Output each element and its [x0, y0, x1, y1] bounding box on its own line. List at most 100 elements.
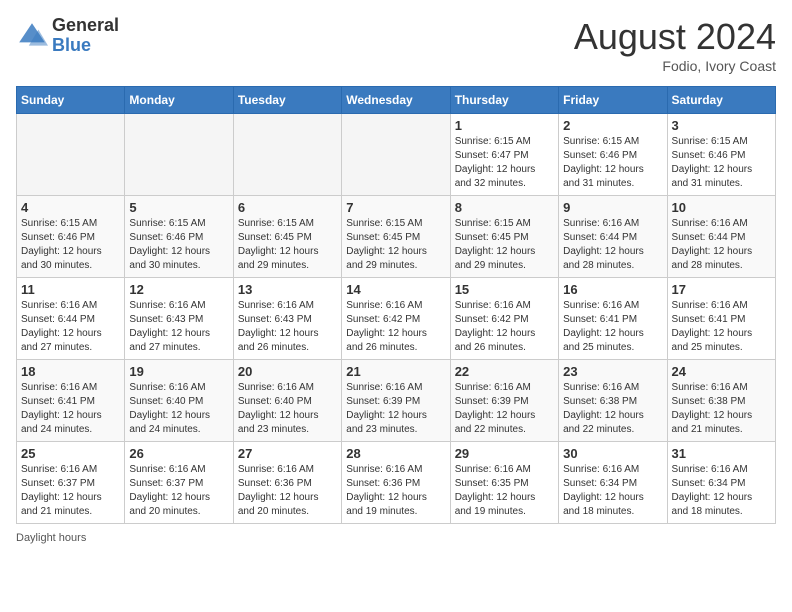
day-info: Sunrise: 6:16 AMSunset: 6:43 PMDaylight:… — [238, 299, 337, 355]
location-subtitle: Fodio, Ivory Coast — [574, 58, 776, 74]
week-row-4: 18 Sunrise: 6:16 AMSunset: 6:41 PMDayligh… — [17, 360, 776, 442]
day-cell: 25Sunrise: 6:16 AMSunset: 6:37 PMDayligh… — [17, 442, 125, 524]
day-cell: 5 Sunrise: 6:15 AMSunset: 6:46 PMDaylight… — [125, 196, 233, 278]
day-info: Sunrise: 6:16 AMSunset: 6:37 PMDaylight:… — [129, 463, 228, 519]
day-info: Sunrise: 6:16 AMSunset: 6:40 PMDaylight:… — [129, 381, 228, 437]
day-info: Sunrise: 6:16 AMSunset: 6:44 PMDaylight:… — [21, 299, 120, 355]
title-block: August 2024 Fodio, Ivory Coast — [574, 16, 776, 74]
day-cell: 31Sunrise: 6:16 AMSunset: 6:34 PMDayligh… — [667, 442, 775, 524]
day-cell: 26Sunrise: 6:16 AMSunset: 6:37 PMDayligh… — [125, 442, 233, 524]
weekday-header-thursday: Thursday — [450, 87, 558, 114]
day-number: 22 — [455, 364, 554, 379]
day-cell: 10 Sunrise: 6:16 AMSunset: 6:44 PMDayligh… — [667, 196, 775, 278]
day-cell — [233, 114, 341, 196]
day-info: Sunrise: 6:15 AMSunset: 6:46 PMDaylight:… — [21, 217, 120, 273]
day-number: 31 — [672, 446, 771, 461]
day-number: 29 — [455, 446, 554, 461]
day-number: 18 — [21, 364, 120, 379]
day-info: Sunrise: 6:15 AMSunset: 6:45 PMDaylight:… — [346, 217, 445, 273]
day-info: Sunrise: 6:16 AMSunset: 6:35 PMDaylight:… — [455, 463, 554, 519]
day-info: Sunrise: 6:16 AMSunset: 6:36 PMDaylight:… — [346, 463, 445, 519]
day-cell: 11 Sunrise: 6:16 AMSunset: 6:44 PMDayligh… — [17, 278, 125, 360]
day-cell: 27Sunrise: 6:16 AMSunset: 6:36 PMDayligh… — [233, 442, 341, 524]
day-number: 24 — [672, 364, 771, 379]
weekday-header-monday: Monday — [125, 87, 233, 114]
day-cell — [125, 114, 233, 196]
day-cell: 17 Sunrise: 6:16 AMSunset: 6:41 PMDayligh… — [667, 278, 775, 360]
weekday-header-saturday: Saturday — [667, 87, 775, 114]
day-number: 3 — [672, 118, 771, 133]
day-cell — [17, 114, 125, 196]
day-cell: 8 Sunrise: 6:15 AMSunset: 6:45 PMDaylight… — [450, 196, 558, 278]
calendar-table: SundayMondayTuesdayWednesdayThursdayFrid… — [16, 86, 776, 524]
day-cell: 18 Sunrise: 6:16 AMSunset: 6:41 PMDayligh… — [17, 360, 125, 442]
day-number: 13 — [238, 282, 337, 297]
day-info: Sunrise: 6:15 AMSunset: 6:45 PMDaylight:… — [455, 217, 554, 273]
day-number: 11 — [21, 282, 120, 297]
day-cell: 24Sunrise: 6:16 AMSunset: 6:38 PMDayligh… — [667, 360, 775, 442]
day-number: 4 — [21, 200, 120, 215]
weekday-header-wednesday: Wednesday — [342, 87, 450, 114]
day-cell: 3Sunrise: 6:15 AMSunset: 6:46 PMDaylight… — [667, 114, 775, 196]
day-number: 20 — [238, 364, 337, 379]
day-cell: 28 Sunrise: 6:16 AMSunset: 6:36 PMDayligh… — [342, 442, 450, 524]
day-info: Sunrise: 6:16 AMSunset: 6:43 PMDaylight:… — [129, 299, 228, 355]
day-number: 21 — [346, 364, 445, 379]
day-info: Sunrise: 6:16 AMSunset: 6:44 PMDaylight:… — [672, 217, 771, 273]
logo: General Blue — [16, 16, 119, 56]
day-number: 27 — [238, 446, 337, 461]
day-number: 28 — [346, 446, 445, 461]
day-cell: 13 Sunrise: 6:16 AMSunset: 6:43 PMDayligh… — [233, 278, 341, 360]
day-info: Sunrise: 6:15 AMSunset: 6:46 PMDaylight:… — [129, 217, 228, 273]
day-number: 19 — [129, 364, 228, 379]
logo-icon — [16, 20, 48, 52]
month-year-title: August 2024 — [574, 16, 776, 58]
day-cell: 30 Sunrise: 6:16 AMSunset: 6:34 PMDayligh… — [559, 442, 667, 524]
day-info: Sunrise: 6:16 AMSunset: 6:42 PMDaylight:… — [346, 299, 445, 355]
day-number: 16 — [563, 282, 662, 297]
day-number: 23 — [563, 364, 662, 379]
week-row-5: 25Sunrise: 6:16 AMSunset: 6:37 PMDayligh… — [17, 442, 776, 524]
week-row-1: 1 Sunrise: 6:15 AMSunset: 6:47 PMDaylight… — [17, 114, 776, 196]
day-number: 6 — [238, 200, 337, 215]
day-cell: 14 Sunrise: 6:16 AMSunset: 6:42 PMDayligh… — [342, 278, 450, 360]
logo-text: General Blue — [52, 16, 119, 56]
logo-general-text: General — [52, 16, 119, 36]
day-number: 5 — [129, 200, 228, 215]
day-info: Sunrise: 6:16 AMSunset: 6:34 PMDaylight:… — [563, 463, 662, 519]
day-number: 15 — [455, 282, 554, 297]
daylight-note: Daylight hours — [16, 532, 86, 544]
day-info: Sunrise: 6:16 AMSunset: 6:41 PMDaylight:… — [21, 381, 120, 437]
day-cell: 16Sunrise: 6:16 AMSunset: 6:41 PMDayligh… — [559, 278, 667, 360]
weekday-header-friday: Friday — [559, 87, 667, 114]
day-number: 1 — [455, 118, 554, 133]
day-number: 17 — [672, 282, 771, 297]
day-info: Sunrise: 6:16 AMSunset: 6:39 PMDaylight:… — [455, 381, 554, 437]
day-cell: 1 Sunrise: 6:15 AMSunset: 6:47 PMDaylight… — [450, 114, 558, 196]
day-number: 14 — [346, 282, 445, 297]
footer-note: Daylight hours — [16, 532, 776, 544]
day-cell: 22 Sunrise: 6:16 AMSunset: 6:39 PMDayligh… — [450, 360, 558, 442]
day-info: Sunrise: 6:16 AMSunset: 6:39 PMDaylight:… — [346, 381, 445, 437]
day-info: Sunrise: 6:16 AMSunset: 6:44 PMDaylight:… — [563, 217, 662, 273]
day-number: 2 — [563, 118, 662, 133]
day-number: 8 — [455, 200, 554, 215]
day-cell: 12 Sunrise: 6:16 AMSunset: 6:43 PMDayligh… — [125, 278, 233, 360]
day-info: Sunrise: 6:15 AMSunset: 6:45 PMDaylight:… — [238, 217, 337, 273]
logo-blue-text: Blue — [52, 36, 119, 56]
day-number: 12 — [129, 282, 228, 297]
weekday-header-tuesday: Tuesday — [233, 87, 341, 114]
day-number: 30 — [563, 446, 662, 461]
day-info: Sunrise: 6:16 AMSunset: 6:42 PMDaylight:… — [455, 299, 554, 355]
day-cell: 23Sunrise: 6:16 AMSunset: 6:38 PMDayligh… — [559, 360, 667, 442]
day-number: 10 — [672, 200, 771, 215]
day-info: Sunrise: 6:15 AMSunset: 6:47 PMDaylight:… — [455, 135, 554, 191]
day-info: Sunrise: 6:16 AMSunset: 6:41 PMDaylight:… — [672, 299, 771, 355]
day-info: Sunrise: 6:16 AMSunset: 6:40 PMDaylight:… — [238, 381, 337, 437]
day-cell — [342, 114, 450, 196]
day-cell: 21 Sunrise: 6:16 AMSunset: 6:39 PMDayligh… — [342, 360, 450, 442]
week-row-2: 4 Sunrise: 6:15 AMSunset: 6:46 PMDaylight… — [17, 196, 776, 278]
weekday-header-sunday: Sunday — [17, 87, 125, 114]
day-number: 9 — [563, 200, 662, 215]
week-row-3: 11 Sunrise: 6:16 AMSunset: 6:44 PMDayligh… — [17, 278, 776, 360]
